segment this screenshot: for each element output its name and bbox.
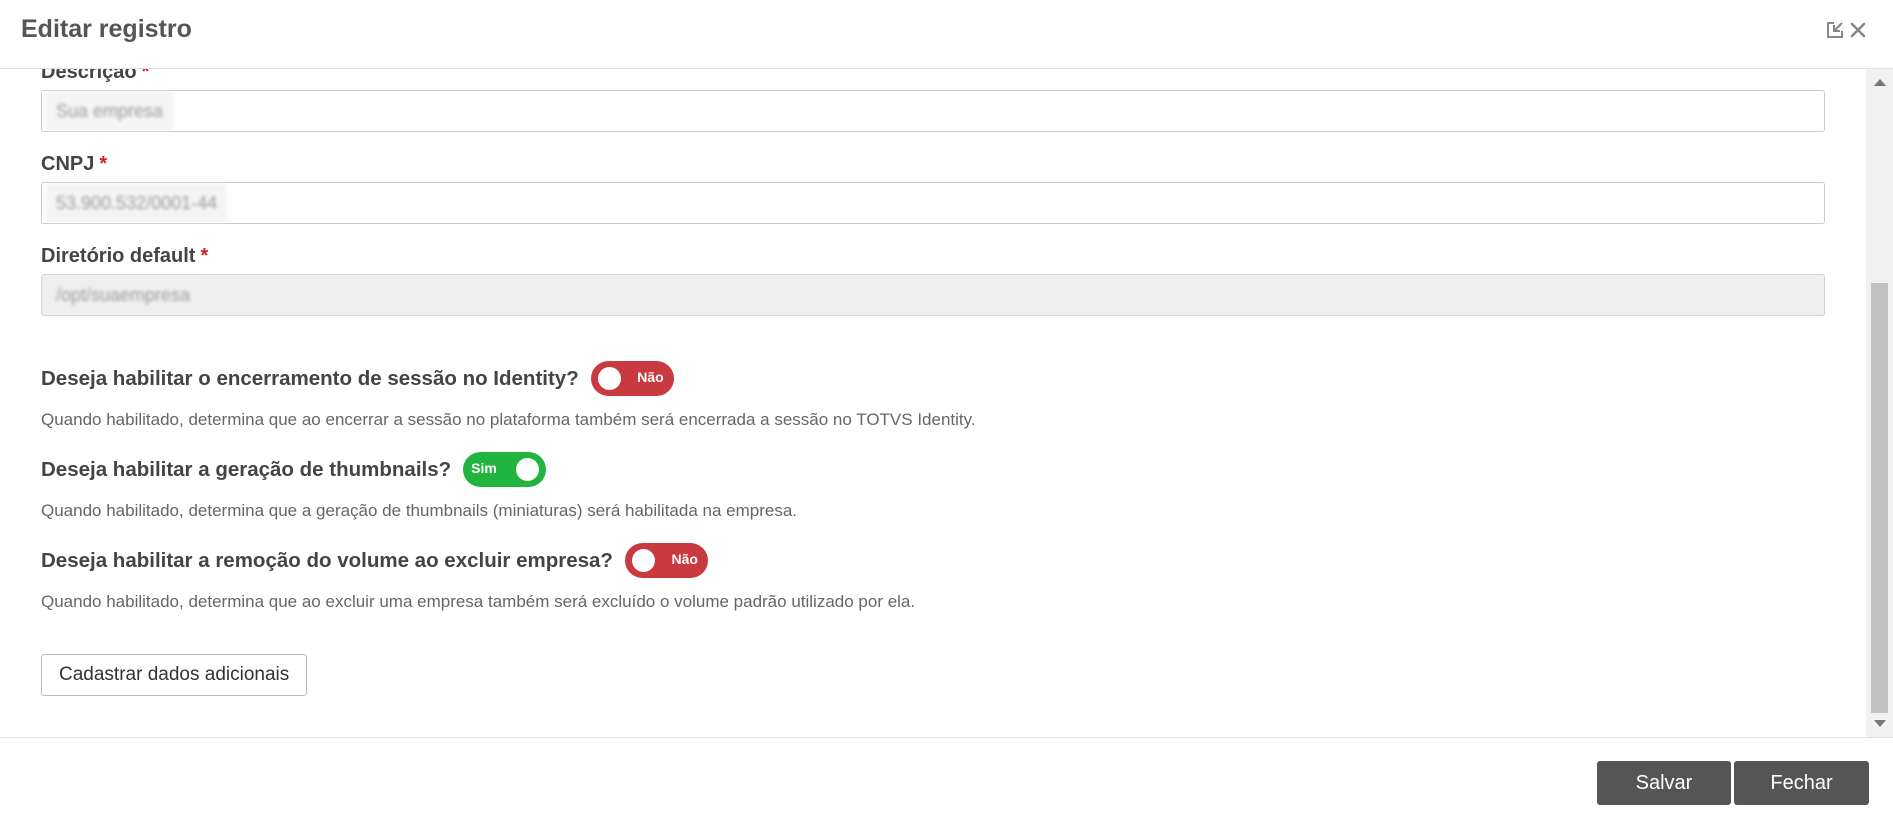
- modal-footer: Salvar Fechar: [0, 737, 1893, 826]
- option-help: Quando habilitado, determina que ao ence…: [41, 410, 976, 429]
- toggle-knob: [516, 458, 540, 481]
- toggle-switch-identity-logout[interactable]: Não: [590, 361, 674, 396]
- descricao-input[interactable]: [41, 90, 1825, 132]
- modal-title: Editar registro: [21, 15, 192, 43]
- diretorio-label-text: Diretório default: [41, 245, 196, 267]
- toggle-label: Não: [671, 551, 698, 567]
- option-question: Deseja habilitar o encerramento de sessã…: [41, 366, 579, 390]
- scroll-up-icon[interactable]: [1874, 79, 1886, 86]
- toggle-knob: [631, 549, 655, 572]
- toggle-label: Não: [637, 369, 664, 385]
- descricao-label: Descrição *: [41, 69, 149, 84]
- option-identity-logout: Deseja habilitar o encerramento de sessã…: [41, 361, 674, 396]
- toggle-switch-thumbnails[interactable]: Sim: [463, 452, 547, 487]
- diretorio-label: Diretório default *: [41, 245, 208, 268]
- descricao-label-text: Descrição: [41, 69, 137, 83]
- option-question: Deseja habilitar a remoção do volume ao …: [41, 548, 613, 572]
- minimize-icon[interactable]: [1825, 20, 1845, 45]
- scroll-thumb[interactable]: [1871, 283, 1888, 713]
- save-button[interactable]: Salvar: [1597, 761, 1731, 805]
- diretorio-input: [41, 274, 1825, 316]
- option-help: Quando habilitado, determina que ao excl…: [41, 592, 916, 611]
- close-icon[interactable]: [1849, 21, 1867, 44]
- option-thumbnails: Deseja habilitar a geração de thumbnails…: [41, 452, 547, 487]
- modal-header: Editar registro: [0, 0, 1893, 69]
- toggle-knob: [597, 367, 621, 390]
- cnpj-input[interactable]: [41, 182, 1825, 224]
- scroll-down-icon[interactable]: [1874, 720, 1886, 727]
- header-icons: [1825, 20, 1867, 45]
- required-mark: *: [99, 153, 108, 175]
- modal-body: Descrição * Sua empresa CNPJ * 53.900.532/…: [0, 69, 1893, 737]
- option-volume-removal: Deseja habilitar a remoção do volume ao …: [41, 543, 708, 578]
- toggle-label: Sim: [471, 460, 497, 476]
- option-question: Deseja habilitar a geração de thumbnails…: [41, 457, 452, 481]
- scrollbar[interactable]: [1866, 69, 1893, 737]
- toggle-switch-volume-removal[interactable]: Não: [624, 543, 708, 578]
- required-mark: *: [141, 69, 150, 83]
- close-button[interactable]: Fechar: [1734, 761, 1869, 805]
- cadastrar-dados-adicionais-button[interactable]: Cadastrar dados adicionais: [41, 654, 308, 696]
- cnpj-label-text: CNPJ: [41, 153, 95, 175]
- cnpj-label: CNPJ *: [41, 153, 107, 176]
- option-help: Quando habilitado, determina que a geraç…: [41, 501, 798, 520]
- required-mark: *: [200, 245, 209, 267]
